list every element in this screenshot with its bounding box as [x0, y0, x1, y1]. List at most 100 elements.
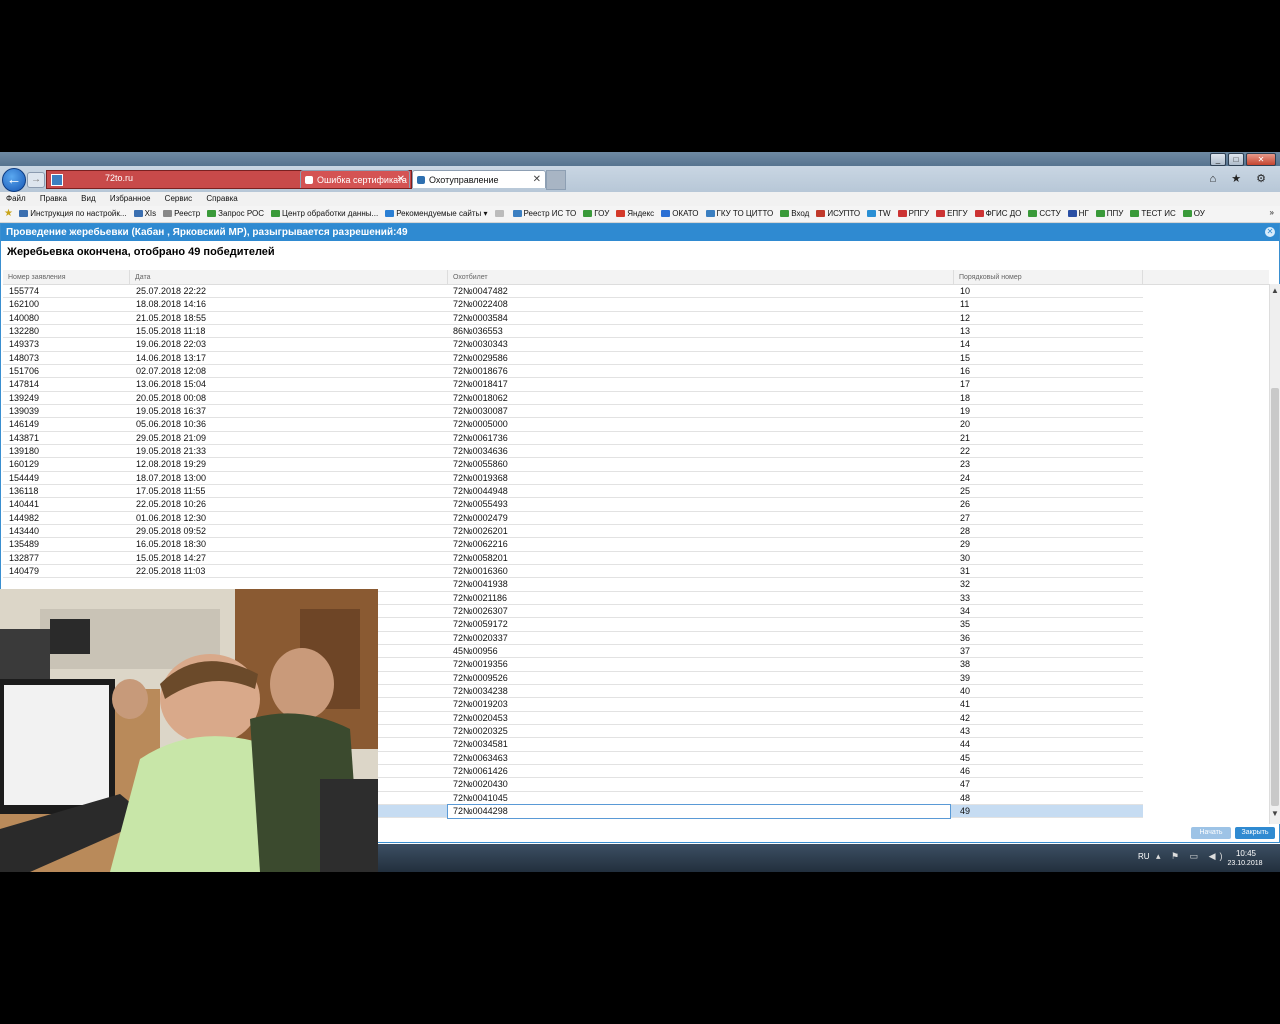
language-indicator[interactable]: RU — [1138, 852, 1150, 861]
cell-order-number: 27 — [960, 512, 971, 523]
tray-icons[interactable]: ▴ ⚑ ▭ ◀) — [1156, 851, 1227, 862]
back-icon[interactable]: ← — [2, 168, 26, 192]
favorite-label: РПГУ — [908, 209, 930, 218]
cell-hunting-ticket: 72№0029586 — [453, 352, 508, 363]
favorites-star-icon[interactable]: ★ — [4, 208, 13, 219]
chevron-more-icon[interactable]: » — [1270, 206, 1274, 220]
table-row[interactable]: 146149 05.06.2018 10:36 72№0005000 20 — [3, 418, 1143, 432]
table-row[interactable]: 154449 18.07.2018 13:00 72№0019368 24 — [3, 472, 1143, 485]
favorite-site-icon — [133, 210, 143, 217]
table-row[interactable]: 139249 20.05.2018 00:08 72№0018062 18 — [3, 392, 1143, 405]
maximize-button[interactable]: □ — [1228, 153, 1244, 166]
scroll-down-icon[interactable]: ▼ — [1270, 809, 1280, 819]
cell-date: 13.06.2018 15:04 — [136, 379, 207, 390]
new-tab-button[interactable] — [546, 170, 566, 190]
tab-hunting-management[interactable]: Охотуправление ✕ — [412, 170, 546, 188]
favorite-label: ОУ — [1193, 209, 1205, 218]
close-window-button[interactable]: ✕ — [1246, 153, 1276, 166]
vertical-scrollbar[interactable]: ▲ ▼ — [1269, 284, 1280, 824]
favorite-link[interactable]: ССТУ — [1028, 206, 1061, 222]
table-row[interactable]: 143871 29.05.2018 21:09 72№0061736 21 — [3, 432, 1143, 445]
menu-help[interactable]: Справка — [206, 192, 237, 206]
cell-hunting-ticket: 72№0026201 — [453, 525, 508, 536]
close-icon[interactable]: ✕ — [1265, 227, 1275, 237]
column-header-order-number[interactable]: Порядковый номер — [954, 270, 1143, 284]
favorite-link[interactable]: ГОУ — [583, 206, 609, 222]
menu-view[interactable]: Вид — [81, 192, 95, 206]
cell-date: 18.07.2018 13:00 — [136, 472, 207, 483]
menu-edit[interactable]: Правка — [40, 192, 67, 206]
minimize-button[interactable]: _ — [1210, 153, 1226, 166]
favorite-link[interactable]: ИСУПТО — [816, 206, 860, 222]
favorite-link[interactable]: Центр обработки данны... — [271, 206, 378, 222]
table-row[interactable]: 136118 17.05.2018 11:55 72№0044948 25 — [3, 485, 1143, 499]
favorite-link[interactable]: Запрос РОС — [207, 206, 264, 222]
cell-order-number: 29 — [960, 539, 971, 550]
column-header-date[interactable]: Дата — [130, 270, 448, 284]
scroll-up-icon[interactable]: ▲ — [1270, 286, 1280, 296]
cell-date: 21.05.2018 18:55 — [136, 312, 207, 323]
table-row[interactable]: 147814 13.06.2018 15:04 72№0018417 17 — [3, 378, 1143, 392]
table-row[interactable]: 151706 02.07.2018 12:08 72№0018676 16 — [3, 365, 1143, 379]
tab-certificate-error[interactable]: Ошибка сертификата ✕ — [300, 170, 410, 188]
table-row[interactable]: 162100 18.08.2018 14:16 72№0022408 11 — [3, 298, 1143, 312]
favorite-link[interactable]: Инструкция по настройк... — [19, 206, 127, 222]
cell-application-number: 155774 — [9, 286, 40, 296]
table-row[interactable]: 143440 29.05.2018 09:52 72№0026201 28 — [3, 525, 1143, 539]
home-favorites-settings-icons[interactable]: ⌂ ★ ⚙ — [1210, 172, 1272, 185]
start-button[interactable]: Начать — [1191, 827, 1231, 839]
favorite-site-icon — [616, 210, 626, 217]
favorite-link[interactable]: TW — [867, 206, 891, 222]
cell-hunting-ticket: 72№0047482 — [453, 286, 508, 296]
favorite-link[interactable]: XIs — [133, 206, 156, 222]
clock-time[interactable]: 10:45 — [1226, 849, 1266, 858]
table-row[interactable]: 160129 12.08.2018 19:29 72№0055860 23 — [3, 458, 1143, 472]
menu-favorites[interactable]: Избранное — [110, 192, 151, 206]
menu-file[interactable]: Файл — [6, 192, 26, 206]
close-tab-icon[interactable]: ✕ — [533, 171, 541, 189]
column-header-application-number[interactable]: Номер заявления — [3, 270, 130, 284]
favorite-link[interactable]: Вход — [780, 206, 809, 222]
favorite-link[interactable]: Реестр — [163, 206, 200, 222]
table-row[interactable]: 140080 21.05.2018 18:55 72№0003584 12 — [3, 312, 1143, 325]
scroll-thumb[interactable] — [1271, 388, 1279, 806]
favorite-link[interactable]: ОКАТО — [661, 206, 699, 222]
favorite-link[interactable]: НГ — [1067, 206, 1089, 222]
favorite-link[interactable]: ППУ — [1095, 206, 1123, 222]
table-row[interactable]: 132280 15.05.2018 11:18 86№036553 13 — [3, 325, 1143, 339]
favorite-site-icon — [512, 210, 522, 217]
favorite-link[interactable]: Рекомендуемые сайты ▾ — [385, 206, 488, 222]
close-tab-icon[interactable]: ✕ — [397, 171, 405, 189]
favorite-link[interactable]: Яндекс — [616, 206, 654, 222]
favorite-link[interactable]: Реестр ИС ТО — [512, 206, 576, 222]
cell-application-number: 132877 — [9, 552, 40, 563]
column-header-hunting-ticket[interactable]: Охотбилет — [448, 270, 954, 284]
cell-application-number: 139249 — [9, 392, 40, 403]
cell-order-number: 11 — [960, 299, 970, 310]
cell-hunting-ticket: 72№0063463 — [453, 752, 508, 763]
favorite-link[interactable]: РПГУ — [897, 206, 930, 222]
cell-application-number: 144982 — [9, 512, 40, 523]
table-row[interactable]: 149373 19.06.2018 22:03 72№0030343 14 — [3, 338, 1143, 352]
clock-date[interactable]: 23.10.2018 — [1222, 860, 1268, 867]
favorite-link[interactable]: ОУ — [1182, 206, 1205, 222]
favorite-link[interactable]: ГКУ ТО ЦИТТО — [705, 206, 773, 222]
table-row[interactable]: 132877 15.05.2018 14:27 72№0058201 30 — [3, 552, 1143, 565]
table-row[interactable]: 144982 01.06.2018 12:30 72№0002479 27 — [3, 512, 1143, 525]
table-row[interactable]: 139180 19.05.2018 21:33 72№0034636 22 — [3, 445, 1143, 459]
favorite-link[interactable]: ЕПГУ — [936, 206, 968, 222]
menu-tools[interactable]: Сервис — [165, 192, 192, 206]
table-row[interactable]: 139039 19.05.2018 16:37 72№0030087 19 — [3, 405, 1143, 419]
table-row[interactable]: 135489 16.05.2018 18:30 72№0062216 29 — [3, 538, 1143, 552]
favorite-link[interactable]: ФГИС ДО — [974, 206, 1021, 222]
cell-hunting-ticket: 72№0018062 — [453, 392, 508, 403]
table-row[interactable]: 148073 14.06.2018 13:17 72№0029586 15 — [3, 352, 1143, 365]
table-row[interactable]: 140441 22.05.2018 10:26 72№0055493 26 — [3, 498, 1143, 512]
table-row[interactable]: 155774 25.07.2018 22:22 72№0047482 10 — [3, 285, 1143, 299]
favorite-link[interactable]: ТЕСТ ИС — [1130, 206, 1176, 222]
forward-icon[interactable]: → — [27, 172, 45, 188]
favorite-site-icon — [207, 210, 217, 217]
table-row[interactable]: 140479 22.05.2018 11:03 72№0016360 31 — [3, 565, 1143, 579]
close-button[interactable]: Закрыть — [1235, 827, 1275, 839]
favorite-link[interactable] — [494, 206, 506, 222]
